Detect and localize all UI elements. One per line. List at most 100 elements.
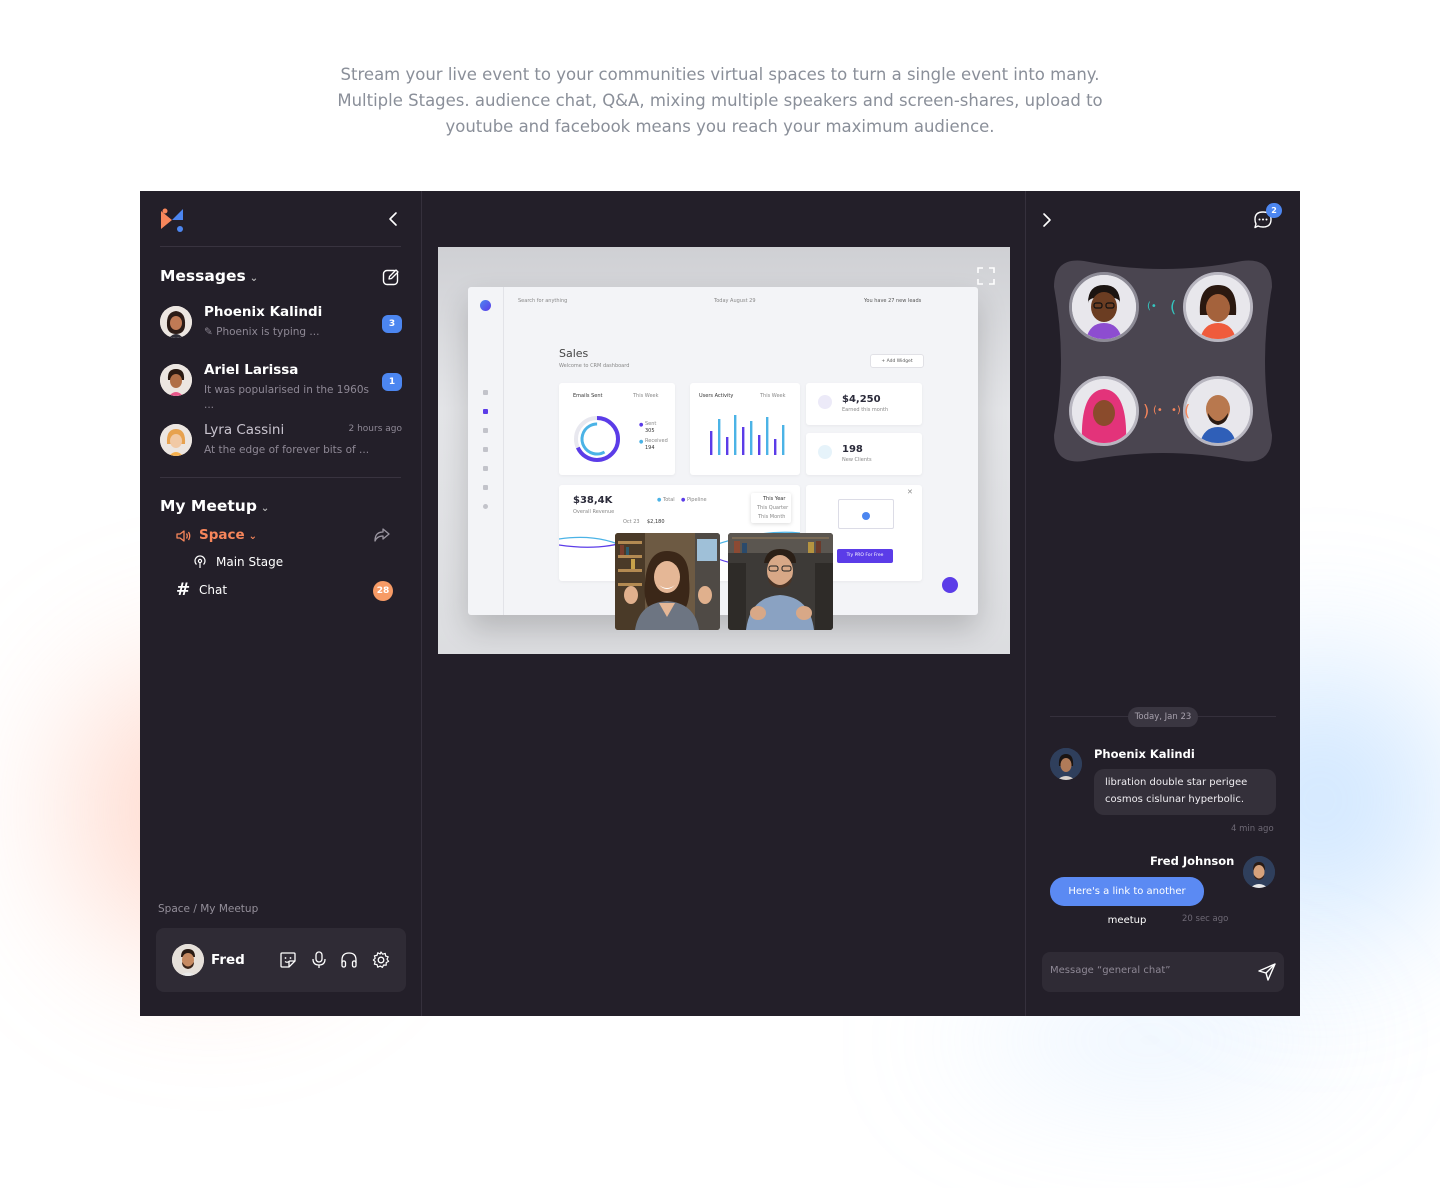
meetup-title: My Meetup [160,497,257,515]
avatar[interactable] [1243,856,1275,888]
message-input[interactable]: Message “general chat” [1050,965,1170,976]
compose-icon[interactable] [381,267,401,287]
chat-fab-icon [942,577,958,593]
avatar[interactable] [1050,748,1082,780]
settings-gear-icon[interactable] [371,950,391,970]
messages-header[interactable]: Messages ⌄ [160,267,258,285]
video-tile-speaker-1[interactable] [615,533,720,630]
activity-bar [766,417,769,455]
speaker-icon [176,530,191,542]
chevron-down-icon: ⌄ [260,503,270,514]
chevron-right-icon[interactable] [1038,210,1056,230]
speaking-indicator-icon: (• [1153,405,1163,416]
collapse-sidebar-icon[interactable] [384,209,404,229]
meetup-header[interactable]: My Meetup ⌄ [160,497,269,515]
activity-bar [774,439,777,455]
chevron-down-icon: ⌄ [248,531,258,542]
microphone-icon[interactable] [309,950,329,970]
conversation-item[interactable]: Ariel Larissa It was popularised in the … [160,362,402,412]
dashboard-date: Today August 29 [714,298,756,304]
divider [160,477,401,478]
clients-icon [818,445,832,459]
app-window: Messages ⌄ Phoenix Kalindi ✎ Phoenix is t… [140,191,1300,1016]
promo-dot-icon [862,512,870,520]
main-stage: Search for anything Today August 29 You … [422,191,1026,1016]
speaking-wave-icon: ( [1184,401,1191,420]
activity-bar [782,425,785,455]
avatar [160,364,192,396]
legend-total: Total [663,497,675,503]
chat-sender-name: Fred Johnson [1150,854,1235,868]
calendar-icon [483,447,488,452]
legend-dot-total-icon: ● [657,497,662,503]
clients-value: 198 [842,444,863,455]
chat-item[interactable]: Chat [199,583,227,597]
video-tile-speaker-2[interactable] [728,533,833,630]
conversation-name: Ariel Larissa [204,362,299,378]
folder-icon [483,485,488,490]
period-quarter: This Quarter [757,505,789,511]
send-icon[interactable] [1257,962,1277,982]
speaking-indicator-icon: (• [1147,301,1157,312]
activity-bar [726,437,729,455]
activity-bar [758,435,761,455]
sidebar: Messages ⌄ Phoenix Kalindi ✎ Phoenix is t… [140,191,422,1016]
chat-message-line: libration double star perigee [1105,777,1248,788]
screen-share-view[interactable]: Search for anything Today August 29 You … [438,247,1010,654]
speaking-indicator-icon: •) [1171,405,1181,416]
conversation-name: Phoenix Kalindi [204,304,323,320]
voice-room: (• ( ) (• •) ( [1054,257,1272,465]
chat-sender-name: Phoenix Kalindi [1094,747,1195,761]
chat-unread-count: 2 [1266,203,1282,218]
dashboard-title: Sales [559,347,589,360]
period-dropdown: This Year This Quarter This Month [751,493,791,523]
participant-avatar[interactable] [1069,272,1139,342]
participant-avatar[interactable] [1069,376,1139,446]
emails-card-title: Emails Sent [573,393,603,399]
divider [160,246,401,247]
dashboard-logo-icon [480,300,491,311]
add-widget-button: + Add Widget [870,354,924,368]
space-item[interactable]: Space ⌄ [199,527,257,543]
activity-card-title: Users Activity [699,393,734,399]
main-stage-item[interactable]: Main Stage [216,555,283,569]
legend-pipeline: Pipeline [687,497,707,503]
emails-card-period: This Week [633,393,659,399]
avatar [160,306,192,338]
participant-avatar[interactable] [1183,376,1253,446]
participant-avatar[interactable] [1183,272,1253,342]
activity-bar-chart [710,415,785,455]
mail-icon [483,466,488,471]
avatar[interactable] [172,944,204,976]
fullscreen-icon[interactable] [976,266,996,286]
conversation-item[interactable]: Lyra Cassini At the edge of forever bits… [160,422,402,472]
headphones-icon[interactable] [339,950,359,970]
breadcrumb: Space / My Meetup [158,903,259,915]
hash-icon: # [176,580,191,600]
shared-dashboard: Search for anything Today August 29 You … [468,287,978,615]
conversation-item[interactable]: Phoenix Kalindi ✎ Phoenix is typing ... … [160,304,402,354]
activity-card-period: This Week [760,393,786,399]
period-year: This Year [763,496,786,502]
chat-message-bubble: libration double star perigee cosmos cis… [1094,769,1276,815]
message-composer[interactable]: Message “general chat” [1042,952,1284,992]
chat-message-time: 4 min ago [1231,824,1274,834]
revenue-value: $38,4K [573,495,613,506]
settings-icon [483,504,488,509]
avatar [160,424,192,456]
earned-card: $4,250 Earned this month [806,383,922,425]
try-pro-button: Try PRO For Free [837,549,893,563]
unread-badge: 1 [382,373,402,391]
chat-message-bubble-own[interactable]: Here's a link to another meetup [1050,877,1204,926]
sticker-icon[interactable] [278,950,298,970]
dashboard-subtitle: Welcome to CRM dashboard [559,363,630,369]
earned-value: $4,250 [842,394,881,405]
pencil-icon: ✎ [204,326,217,338]
app-logo-icon [161,208,183,232]
activity-bar [750,421,753,455]
podcast-icon [194,555,206,568]
dashboard-rail [468,287,504,615]
share-icon[interactable] [373,527,391,543]
right-panel: 2 (• () (• •) (Today, Jan 23 Phoenix K… [1026,191,1300,1016]
legend-received: Received [645,438,668,444]
